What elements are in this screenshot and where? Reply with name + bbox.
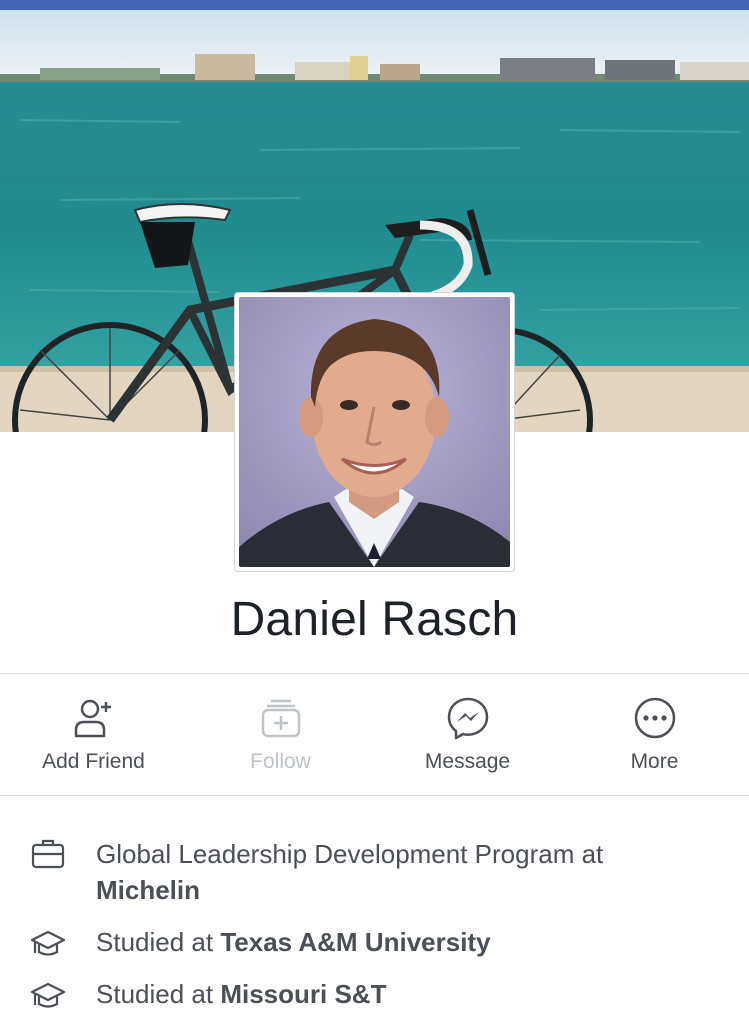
follow-icon — [261, 699, 300, 738]
profile-picture-image — [239, 297, 510, 567]
more-icon — [634, 697, 675, 739]
intro-work-prefix: Global Leadership Development Program at — [96, 839, 604, 869]
profile-picture[interactable] — [234, 292, 515, 572]
message-button[interactable]: Message — [374, 674, 561, 794]
profile-actions: Add Friend Follow Message More — [0, 674, 749, 794]
more-button[interactable]: More — [561, 674, 748, 794]
more-label: More — [630, 750, 679, 773]
intro-work-text: Global Leadership Development Program at… — [96, 836, 716, 908]
messenger-icon — [447, 697, 488, 740]
follow-button[interactable]: Follow — [187, 674, 374, 794]
intro-education-prefix: Studied at — [96, 979, 214, 1009]
graduation-cap-icon — [30, 930, 66, 956]
intro-education-prefix: Studied at — [96, 927, 214, 957]
follow-label: Follow — [250, 750, 311, 773]
graduation-cap-icon — [30, 982, 66, 1008]
add-friend-icon — [74, 699, 111, 738]
top-nav-bar — [0, 0, 749, 10]
intro-education-text: Studied at Texas A&M University — [96, 924, 716, 960]
briefcase-icon — [31, 839, 65, 869]
add-friend-button[interactable]: Add Friend — [0, 674, 187, 794]
intro-education-school[interactable]: Missouri S&T — [220, 979, 386, 1009]
add-friend-label: Add Friend — [42, 750, 145, 773]
message-label: Message — [424, 750, 511, 773]
intro-education-text: Studied at Missouri S&T — [96, 976, 716, 1012]
divider — [0, 795, 749, 796]
intro-work-employer[interactable]: Michelin — [96, 875, 200, 905]
profile-name: Daniel Rasch — [230, 593, 519, 646]
intro-education-school[interactable]: Texas A&M University — [220, 927, 490, 957]
